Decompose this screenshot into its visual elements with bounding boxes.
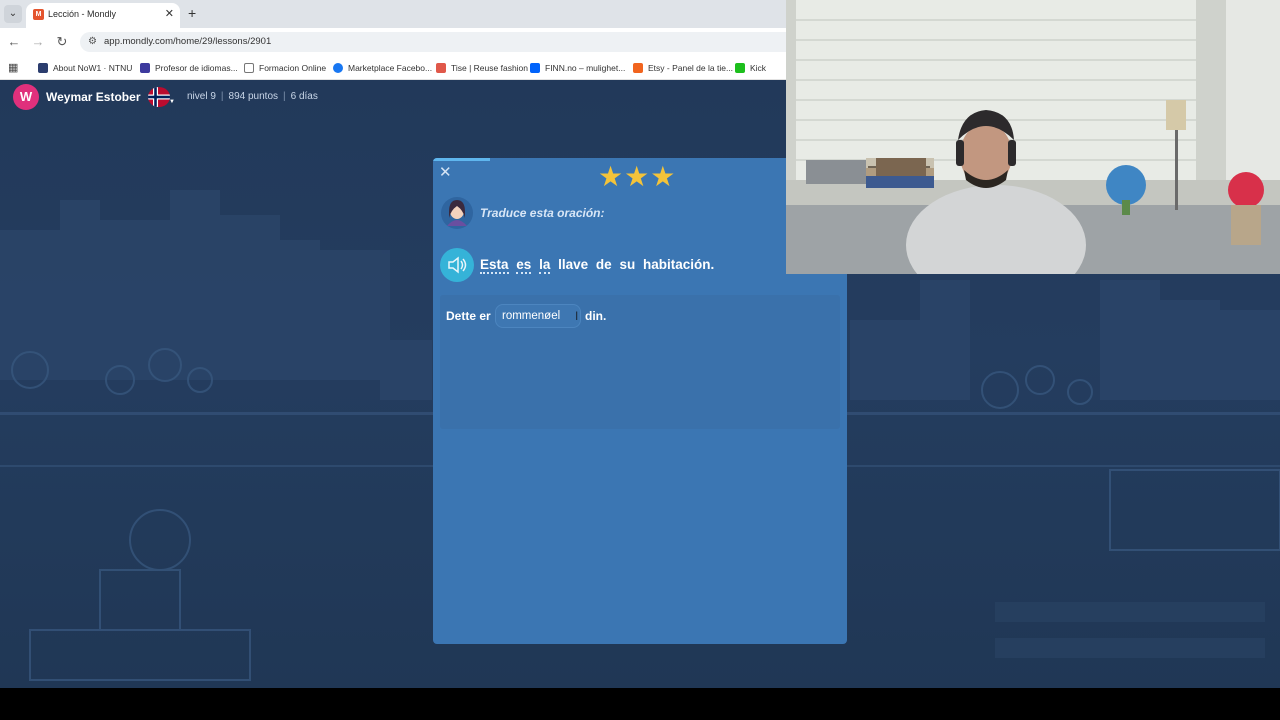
tab-close-icon[interactable]: ✕: [165, 7, 174, 20]
bookmark-item[interactable]: Profesor de idiomas...: [140, 61, 238, 75]
folder-icon: [244, 63, 254, 73]
bookmark-item[interactable]: FINN.no – mulighet...: [530, 61, 625, 75]
tutor-avatar-icon: [441, 197, 473, 229]
bookmark-favicon-icon: [530, 63, 540, 73]
bookmark-favicon-icon: [38, 63, 48, 73]
bookmark-favicon-icon: [633, 63, 643, 73]
bookmark-label: About NoW1 · NTNU: [53, 63, 133, 73]
tab-favicon-icon: M: [33, 9, 44, 20]
back-arrow-icon[interactable]: ←: [6, 34, 22, 49]
speaker-icon[interactable]: [440, 248, 474, 282]
bookmark-label: Kick: [750, 63, 767, 73]
bookmark-item[interactable]: Etsy - Panel de la tie...: [633, 61, 733, 75]
url-text: app.mondly.com/home/29/lessons/2901: [104, 36, 272, 47]
apps-grid-icon[interactable]: ▦: [8, 61, 18, 74]
forward-arrow-icon[interactable]: →: [30, 34, 46, 49]
screen: ⌄ M Lección - Mondly ✕ + ← → ↻ ⚙ app.mon…: [0, 0, 1280, 720]
sentence-word[interactable]: es: [516, 257, 532, 274]
bookmark-favicon-icon: [436, 63, 446, 73]
bookmark-favicon-icon: [140, 63, 150, 73]
instruction-text: Traduce esta oración:: [480, 206, 605, 220]
sentence-word: habitación.: [642, 257, 715, 272]
language-dropdown-caret-icon[interactable]: ▼: [169, 99, 175, 105]
sentence-word: llave: [558, 257, 589, 272]
bookmark-item[interactable]: Formacion Online: [244, 61, 326, 75]
close-lesson-icon[interactable]: ✕: [439, 163, 452, 181]
sentence-word[interactable]: la: [539, 257, 551, 274]
browser-tab[interactable]: M Lección - Mondly ✕: [26, 3, 180, 28]
facebook-icon: [333, 63, 343, 73]
lesson-progress-bar: [433, 158, 490, 161]
sentence-word: de: [595, 257, 612, 272]
bookmark-favicon-icon: [735, 63, 745, 73]
user-level: nivel 9: [187, 91, 216, 102]
user-status-bar: W Weymar Estober ▼ nivel 9 | 894 puntos | 6 …: [0, 80, 786, 114]
avatar[interactable]: W: [13, 84, 39, 110]
source-sentence: Esta es la llave de su habitación.: [480, 257, 718, 274]
bookmark-label: Marketplace Facebo...: [348, 63, 433, 73]
sentence-word[interactable]: Esta: [480, 257, 509, 274]
bookmark-item[interactable]: About NoW1 · NTNU: [38, 61, 132, 75]
answer-area: Dette er I din.: [440, 295, 840, 429]
answer-prefix: Dette er: [446, 309, 491, 323]
bookmark-item[interactable]: Tise | Reuse fashion: [436, 61, 528, 75]
bookmark-label: Tise | Reuse fashion: [451, 63, 529, 73]
browser-toolbar: ← → ↻ ⚙ app.mondly.com/home/29/lessons/2…: [0, 28, 786, 56]
lesson-stars: ★★★: [598, 161, 677, 192]
bookmark-label: Etsy - Panel de la tie...: [648, 63, 734, 73]
sentence-word: su: [619, 257, 636, 272]
bookmark-item[interactable]: Marketplace Facebo...: [333, 61, 432, 75]
user-streak: 6 días: [290, 91, 318, 102]
bookmark-item[interactable]: Kick: [735, 61, 766, 75]
answer-suffix: din.: [585, 309, 607, 323]
user-stats: nivel 9 | 894 puntos | 6 días: [187, 91, 318, 102]
reload-icon[interactable]: ↻: [54, 34, 70, 50]
lesson-card: ✕ ★★★ Traduce esta oración: Esta es la l…: [433, 158, 847, 644]
address-bar[interactable]: ⚙ app.mondly.com/home/29/lessons/2901: [80, 32, 786, 52]
user-name[interactable]: Weymar Estober: [46, 90, 140, 104]
tab-list-chevron-icon[interactable]: ⌄: [4, 5, 22, 23]
webcam-feed-image: [786, 0, 1280, 274]
bookmark-label: Profesor de idiomas...: [155, 63, 238, 73]
bookmarks-bar: ▦ About NoW1 · NTNU Profesor de idiomas.…: [0, 56, 786, 80]
norway-flag-icon[interactable]: [148, 87, 170, 107]
text-cursor-icon: I: [575, 309, 579, 323]
bookmark-label: FINN.no – mulighet...: [545, 63, 626, 73]
bottom-black-bar: [0, 688, 1280, 720]
user-points: 894 puntos: [228, 91, 279, 102]
answer-input[interactable]: [495, 304, 581, 328]
webcam-overlay: [786, 0, 1280, 274]
browser-tab-bar: ⌄ M Lección - Mondly ✕ +: [0, 0, 786, 28]
bookmark-label: Formacion Online: [259, 63, 327, 73]
new-tab-plus-icon[interactable]: +: [188, 5, 196, 21]
tab-title: Lección - Mondly: [48, 9, 117, 19]
site-settings-icon[interactable]: ⚙: [88, 36, 97, 47]
